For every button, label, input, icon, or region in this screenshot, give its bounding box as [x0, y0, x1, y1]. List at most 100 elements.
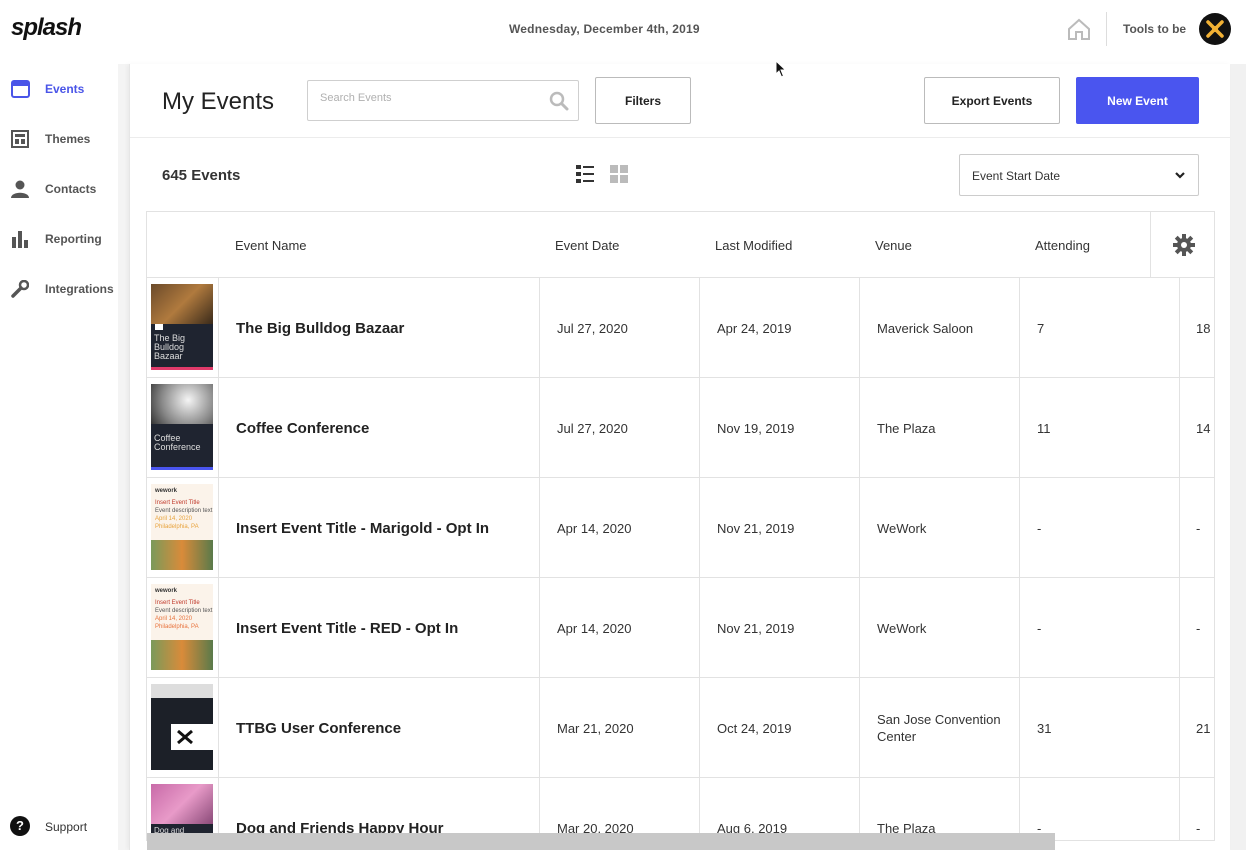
event-thumbnail[interactable]: Coffee Conference	[151, 384, 213, 470]
org-name[interactable]: Tools to be	[1123, 22, 1186, 36]
venue: WeWork	[859, 478, 1019, 578]
sidebar-item-themes[interactable]: Themes	[0, 119, 118, 159]
last-modified: Oct 24, 2019	[699, 678, 859, 778]
support-link[interactable]: ? Support	[0, 806, 118, 846]
tools-logo-icon	[177, 729, 193, 745]
wrench-icon	[10, 279, 30, 299]
event-name[interactable]: Coffee Conference	[218, 378, 539, 478]
attending: -	[1019, 478, 1179, 578]
venue: The Plaza	[859, 378, 1019, 478]
event-name[interactable]: Insert Event Title - Marigold - Opt In	[218, 478, 539, 578]
attending: 11	[1019, 378, 1179, 478]
sidebar-item-label: Reporting	[45, 232, 102, 246]
sidebar-item-label: Integrations	[45, 282, 114, 296]
right-shade	[1230, 64, 1246, 850]
splash-logo[interactable]: splash	[11, 14, 82, 42]
event-name[interactable]: The Big Bulldog Bazaar	[218, 278, 539, 378]
sort-value: Event Start Date	[972, 169, 1061, 183]
sidebar: Events Themes Contacts Reporting Integra…	[0, 60, 118, 850]
search-input[interactable]	[320, 92, 540, 104]
page-title: My Events	[162, 88, 275, 115]
current-date: Wednesday, December 4th, 2019	[509, 22, 700, 36]
extra-column: 14	[1179, 378, 1214, 478]
thumb-title: Coffee Conference	[154, 433, 201, 452]
event-date: Jul 27, 2020	[539, 378, 699, 478]
help-icon: ?	[10, 816, 30, 836]
bar-chart-icon	[10, 229, 30, 249]
sidebar-item-label: Events	[45, 82, 85, 96]
attending: 7	[1019, 278, 1179, 378]
table-row[interactable]: Coffee Conference Coffee Conference Jul 2…	[147, 378, 1214, 478]
table-row[interactable]: wework Insert Event Title Event descripti…	[147, 578, 1214, 678]
table-row[interactable]: TTBG User Conference Mar 21, 2020 Oct 24…	[147, 678, 1214, 778]
org-avatar[interactable]	[1199, 13, 1231, 45]
thumb-title: The Big Bulldog Bazaar	[154, 333, 186, 361]
column-header-attending[interactable]: Attending	[1035, 238, 1090, 253]
last-modified: Nov 19, 2019	[699, 378, 859, 478]
home-icon[interactable]	[1067, 18, 1091, 40]
chevron-down-icon	[1175, 172, 1185, 179]
extra-column: -	[1179, 578, 1214, 678]
event-date: Mar 20, 2020	[539, 778, 699, 840]
sidebar-item-integrations[interactable]: Integrations	[0, 269, 118, 309]
event-name[interactable]: TTBG User Conference	[218, 678, 539, 778]
search-icon[interactable]	[549, 91, 569, 111]
sidebar-item-reporting[interactable]: Reporting	[0, 219, 118, 259]
event-thumbnail[interactable]: wework Insert Event Title Event descripti…	[151, 584, 213, 670]
sort-select[interactable]: Event Start Date	[959, 154, 1199, 196]
events-table: Event Name Event Date Last Modified Venu…	[146, 211, 1215, 841]
thumb-brand: wework	[155, 588, 178, 594]
column-header-last-modified[interactable]: Last Modified	[715, 238, 792, 253]
column-header-name[interactable]: Event Name	[235, 238, 307, 253]
event-thumbnail[interactable]: The Big Bulldog Bazaar	[151, 284, 213, 370]
venue: Maverick Saloon	[859, 278, 1019, 378]
extra-column: 21	[1179, 678, 1214, 778]
attending: -	[1019, 778, 1179, 840]
event-thumbnail[interactable]: wework Insert Event Title Event descripti…	[151, 484, 213, 570]
event-count: 645 Events	[162, 167, 241, 184]
last-modified: Nov 21, 2019	[699, 478, 859, 578]
venue: WeWork	[859, 578, 1019, 678]
attending: -	[1019, 578, 1179, 678]
events-panel: My Events Filters Export Events New Even…	[129, 64, 1230, 850]
event-thumbnail[interactable]	[151, 684, 213, 770]
calendar-icon	[10, 79, 30, 99]
thumb-title: Insert Event Title Event description text…	[155, 500, 213, 530]
event-date: Apr 14, 2020	[539, 578, 699, 678]
column-header-venue[interactable]: Venue	[875, 238, 912, 253]
event-name[interactable]: Insert Event Title - RED - Opt In	[218, 578, 539, 678]
tools-logo-icon	[1206, 20, 1224, 38]
sidebar-item-label: Themes	[45, 132, 91, 146]
extra-column: -	[1179, 778, 1214, 840]
thumb-title: Insert Event Title Event description text…	[155, 600, 213, 630]
mouse-cursor-icon	[775, 60, 787, 78]
venue: The Plaza	[859, 778, 1019, 840]
search-box[interactable]	[307, 80, 579, 121]
column-settings-button[interactable]	[1150, 212, 1214, 277]
sidebar-item-events[interactable]: Events	[0, 69, 118, 109]
sidebar-item-contacts[interactable]: Contacts	[0, 169, 118, 209]
grid-view-icon[interactable]	[610, 165, 628, 183]
extra-column: -	[1179, 478, 1214, 578]
horizontal-scrollbar[interactable]	[147, 833, 1055, 850]
event-date: Jul 27, 2020	[539, 278, 699, 378]
venue: San Jose Convention Center	[859, 678, 1019, 778]
table-row[interactable]: The Big Bulldog Bazaar The Big Bulldog Ba…	[147, 278, 1214, 378]
table-row[interactable]: Dog and Dog and Friends Happy Hour Mar 2…	[147, 778, 1214, 840]
event-date: Mar 21, 2020	[539, 678, 699, 778]
thumb-brand: wework	[155, 488, 178, 494]
export-events-button[interactable]: Export Events	[924, 77, 1060, 124]
new-event-button[interactable]: New Event	[1076, 77, 1199, 124]
support-label: Support	[45, 820, 88, 834]
list-view-icon[interactable]	[576, 165, 594, 183]
filters-button[interactable]: Filters	[595, 77, 691, 124]
column-header-event-date[interactable]: Event Date	[555, 238, 619, 253]
last-modified: Aug 6, 2019	[699, 778, 859, 840]
event-name[interactable]: Dog and Friends Happy Hour	[218, 778, 539, 840]
event-date: Apr 14, 2020	[539, 478, 699, 578]
top-bar: splash Wednesday, December 4th, 2019 Too…	[0, 0, 1246, 60]
person-icon	[10, 179, 30, 199]
table-row[interactable]: wework Insert Event Title Event descripti…	[147, 478, 1214, 578]
last-modified: Apr 24, 2019	[699, 278, 859, 378]
top-divider	[1106, 12, 1107, 46]
